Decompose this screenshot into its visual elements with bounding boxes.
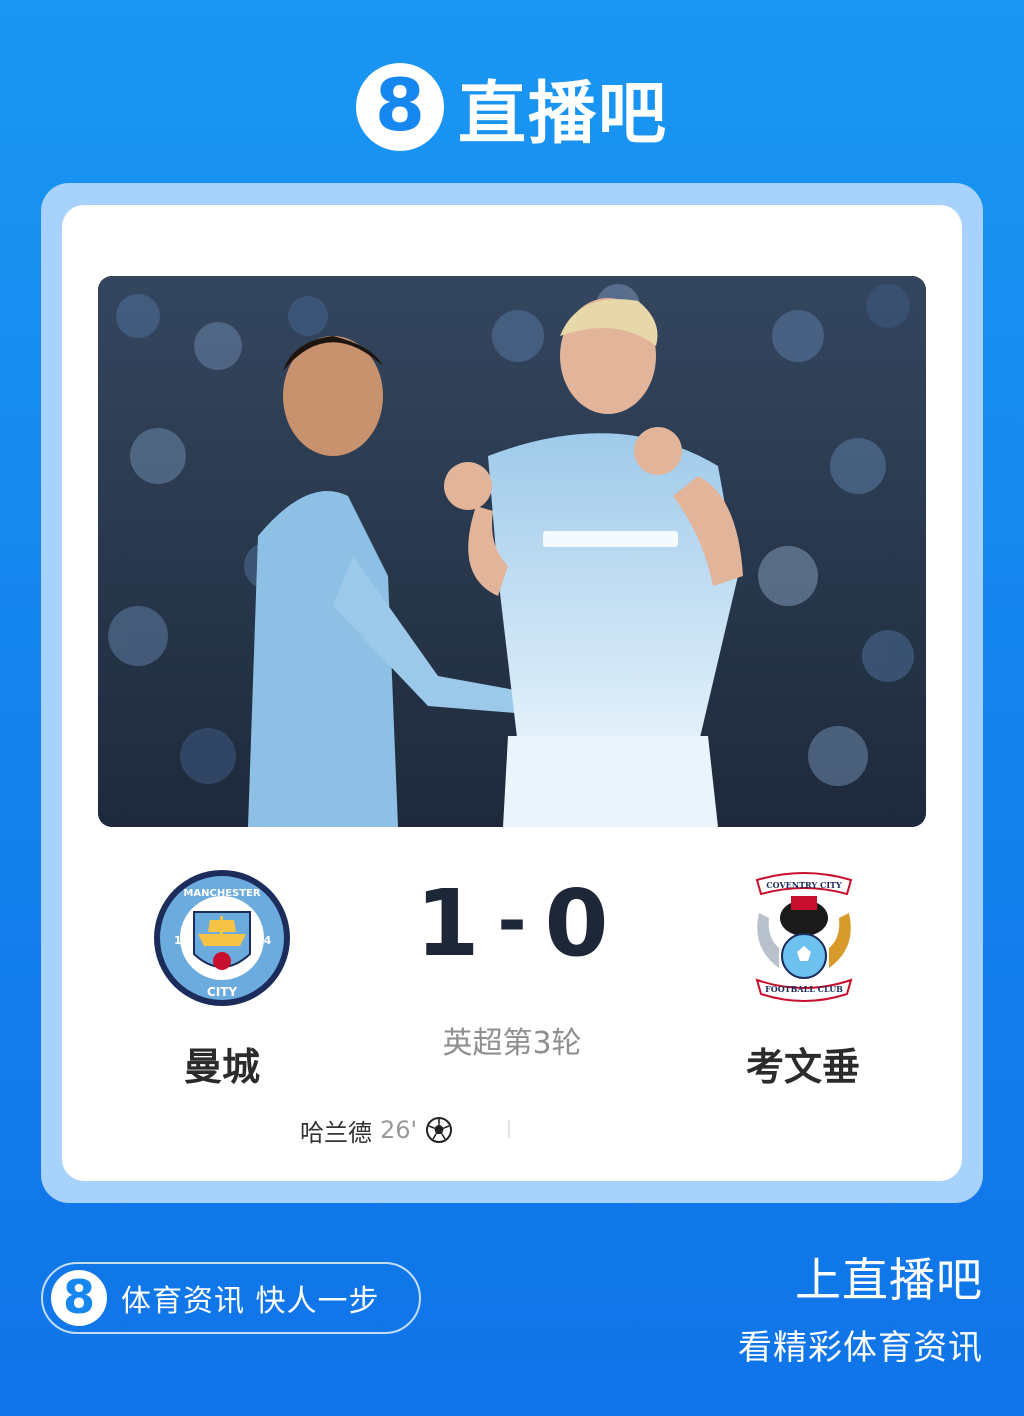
brand-header: 8 直播吧 [0,62,1024,154]
brand-logo-digit: 8 [374,63,426,147]
footer-slogan: 体育资讯 快人一步 [121,1284,380,1319]
away-team-name: 考文垂 [745,1045,860,1089]
home-team-name: 曼城 [183,1045,260,1089]
scorer-item: 哈兰德 26' [300,1112,540,1148]
coventry-city-crest-icon: COVENTRY CITY FOOTBALL CLUB [749,868,859,1008]
match-round: 英超第3轮 [442,1026,582,1061]
footer-logo-icon: 8 [51,1270,107,1326]
cta-subtitle: 看精彩体育资讯 [738,1328,983,1368]
brand-name: 直播吧 [457,74,668,154]
crest-text-top: MANCHESTER [183,888,260,899]
soccer-ball-icon [425,1116,453,1144]
manchester-city-crest-icon: 18 94 MANCHESTER CITY [152,868,292,1008]
crest-text-top: COVENTRY CITY [766,880,842,890]
brand-logo-icon: 8 [355,63,444,151]
footer-cta: 上直播吧 看精彩体育资讯 [738,1244,983,1369]
match-photo [98,276,926,827]
away-score: 0 [544,869,609,977]
scorer-divider [508,1120,510,1138]
footer-logo-digit: 8 [62,1269,95,1324]
cta-title: 上直播吧 [795,1253,983,1307]
scorer-name: 哈兰德 [300,1118,372,1147]
slogan-pill: 8 体育资讯 快人一步 [41,1262,421,1334]
crest-year-left: 18 [174,934,189,947]
score-separator: - [497,880,527,962]
crest-year-right: 94 [256,934,272,947]
score-display: 1 - 0 [362,868,662,978]
home-score: 1 [415,869,480,977]
crest-text-bottom: FOOTBALL CLUB [765,984,843,994]
scorer-minute: 26' [380,1116,418,1144]
crest-text-bottom: CITY [207,985,237,999]
